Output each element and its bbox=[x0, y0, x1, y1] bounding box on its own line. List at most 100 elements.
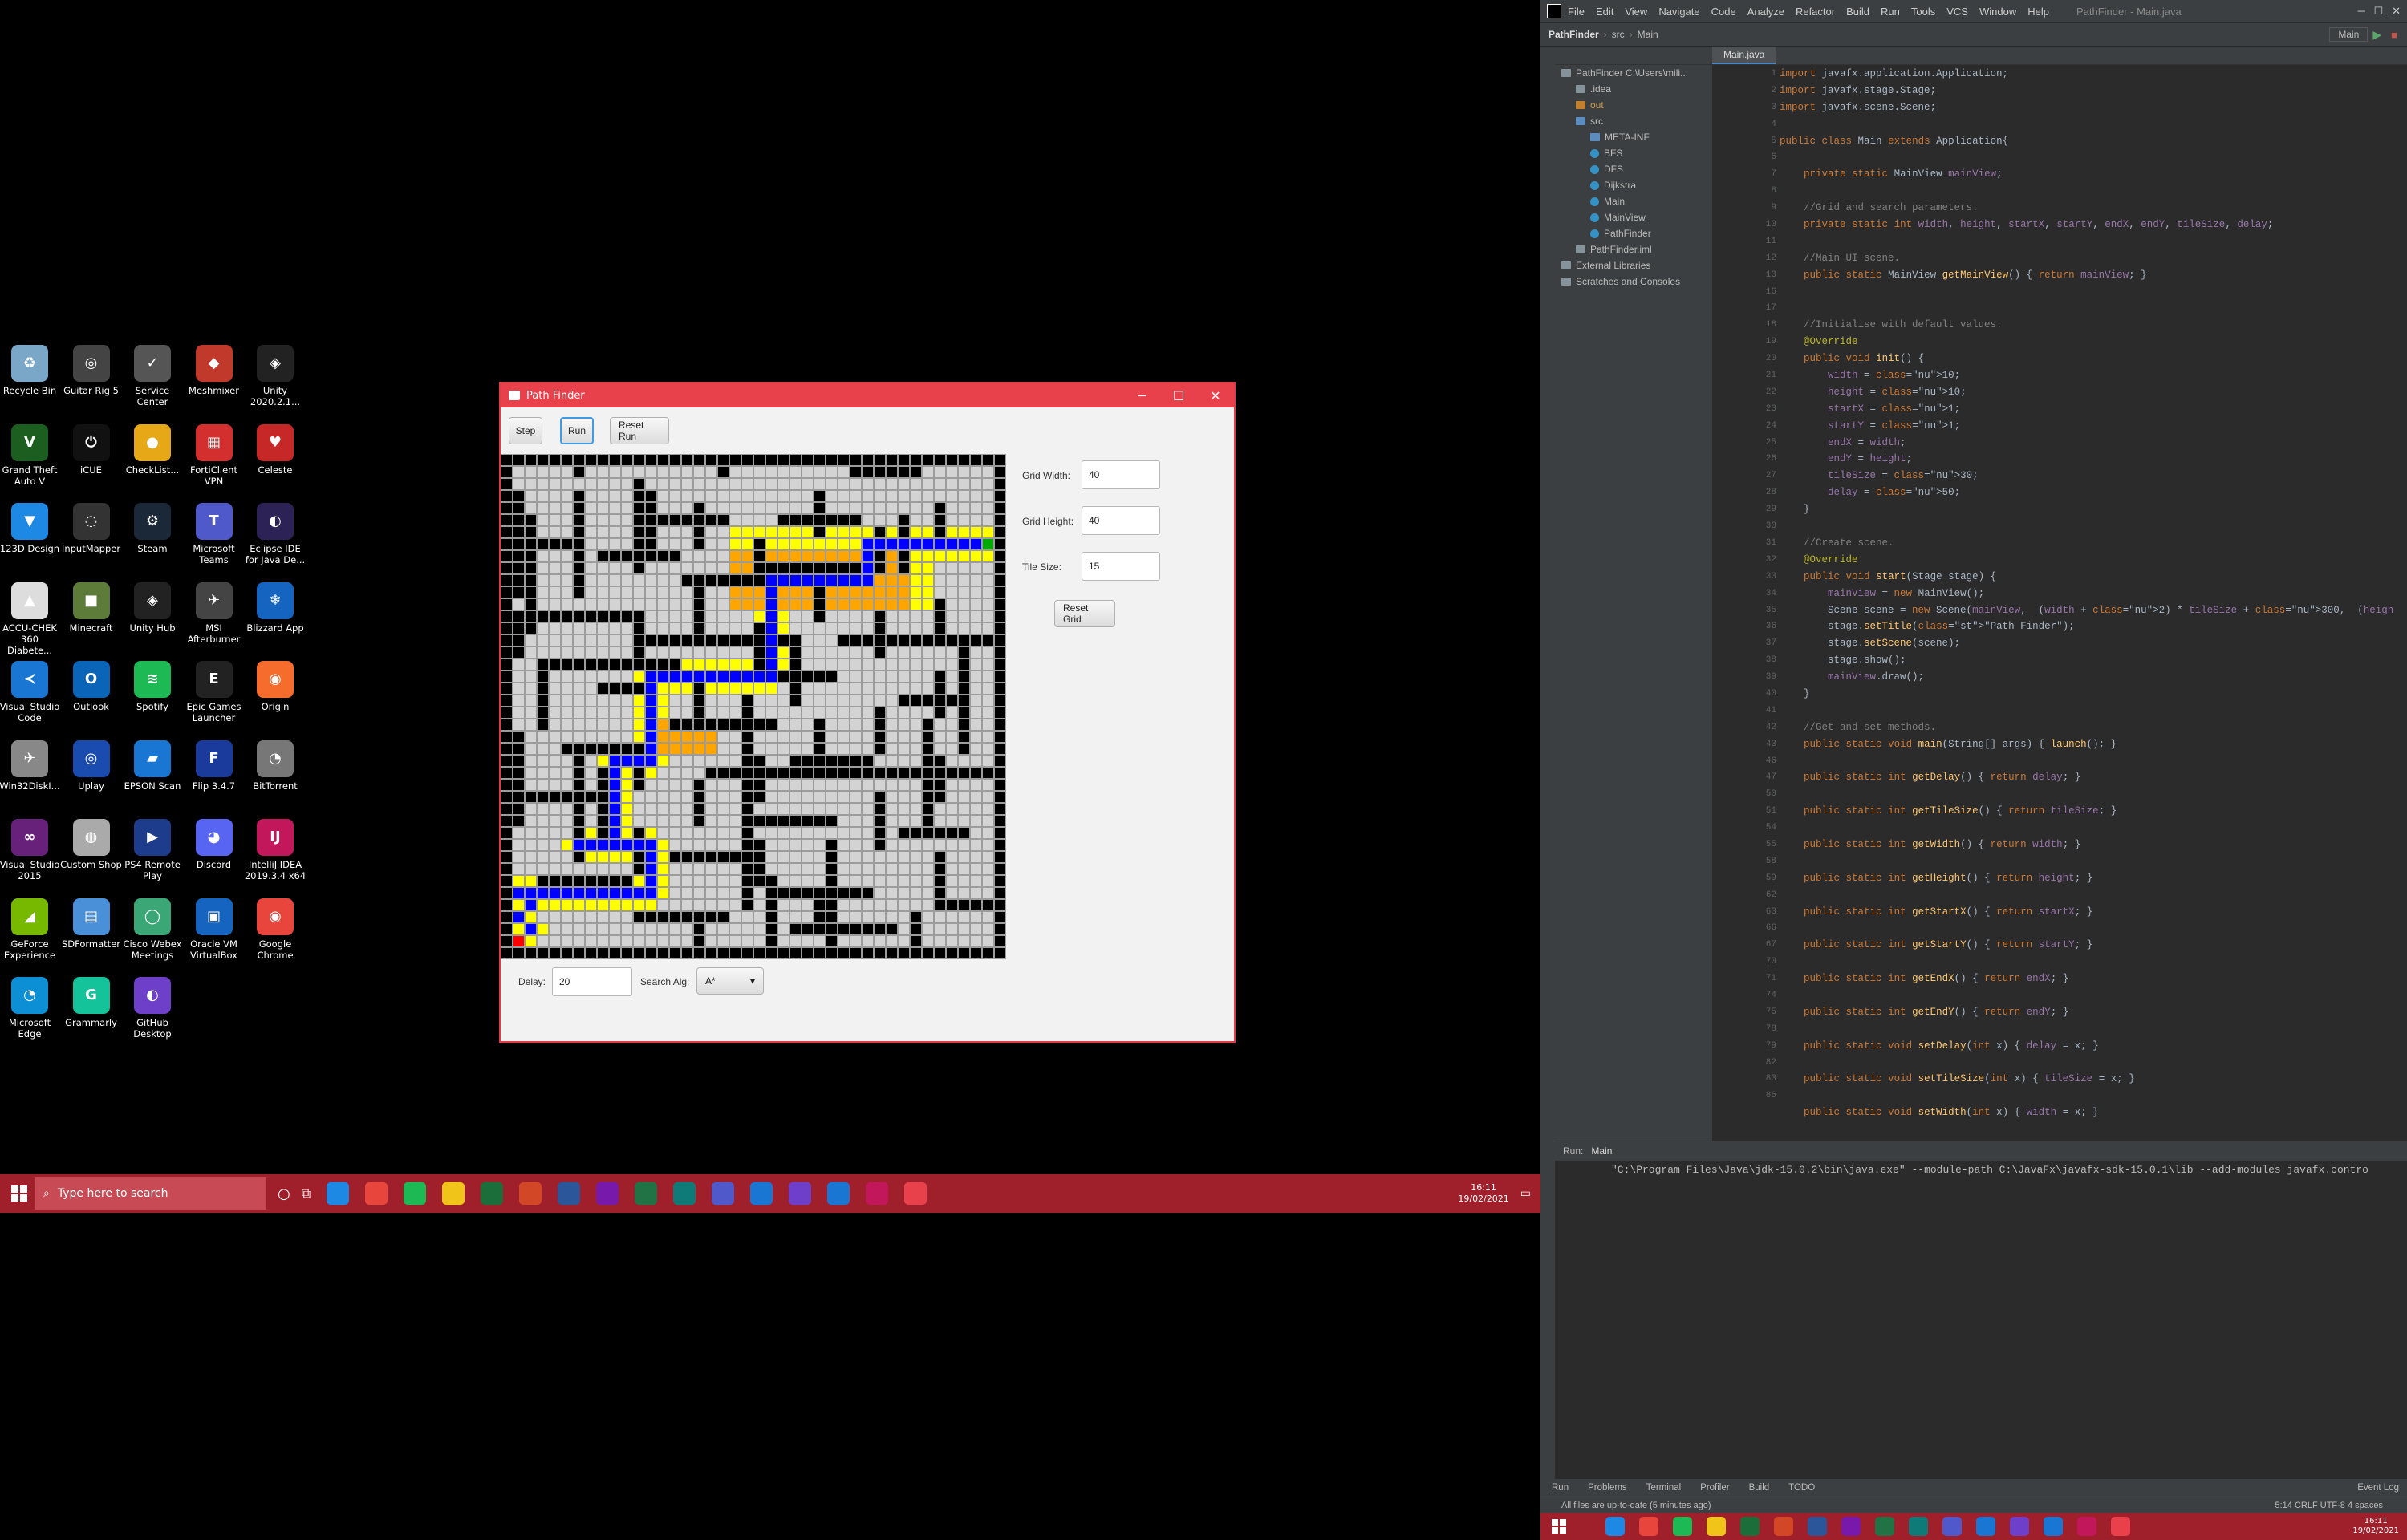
grid-cell[interactable] bbox=[765, 695, 777, 707]
grid-cell[interactable] bbox=[573, 562, 585, 574]
grid-cell[interactable] bbox=[886, 911, 898, 923]
grid-cell[interactable] bbox=[669, 887, 681, 899]
grid-cell[interactable] bbox=[898, 815, 910, 827]
grid-cell[interactable] bbox=[549, 839, 561, 851]
grid-cell[interactable] bbox=[814, 887, 826, 899]
desktop-icon[interactable]: ▣ Oracle VM VirtualBox bbox=[182, 898, 246, 961]
grid-cell[interactable] bbox=[549, 490, 561, 502]
grid-cell[interactable] bbox=[669, 839, 681, 851]
grid-cell[interactable] bbox=[789, 538, 802, 550]
grid-cell[interactable] bbox=[838, 935, 850, 947]
grid-cell[interactable] bbox=[826, 887, 838, 899]
grid-cell[interactable] bbox=[874, 550, 886, 562]
grid-cell[interactable] bbox=[922, 863, 934, 875]
grid-cell[interactable] bbox=[729, 947, 741, 959]
grid-cell[interactable] bbox=[982, 490, 994, 502]
grid-cell[interactable] bbox=[850, 466, 862, 478]
grid-cell[interactable] bbox=[922, 743, 934, 755]
grid-cell[interactable] bbox=[741, 466, 753, 478]
grid-cell[interactable] bbox=[970, 538, 982, 550]
grid-cell[interactable] bbox=[537, 719, 549, 731]
grid-cell[interactable] bbox=[597, 466, 609, 478]
grid-cell[interactable] bbox=[922, 839, 934, 851]
grid-cell[interactable] bbox=[561, 851, 573, 863]
grid-cell[interactable] bbox=[777, 598, 789, 610]
grid-cell[interactable] bbox=[874, 719, 886, 731]
grid-cell[interactable] bbox=[922, 923, 934, 935]
grid-cell[interactable] bbox=[669, 526, 681, 538]
grid-cell[interactable] bbox=[958, 586, 970, 598]
grid-cell[interactable] bbox=[826, 550, 838, 562]
grid-cell[interactable] bbox=[898, 646, 910, 659]
grid-cell[interactable] bbox=[537, 839, 549, 851]
grid-cell[interactable] bbox=[621, 598, 633, 610]
grid-cell[interactable] bbox=[898, 574, 910, 586]
grid-cell[interactable] bbox=[934, 863, 946, 875]
grid-cell[interactable] bbox=[633, 610, 645, 622]
grid-cell[interactable] bbox=[934, 899, 946, 911]
grid-cell[interactable] bbox=[946, 466, 958, 478]
grid-cell[interactable] bbox=[982, 779, 994, 791]
grid-cell[interactable] bbox=[910, 562, 922, 574]
grid-cell[interactable] bbox=[729, 911, 741, 923]
grid-cell[interactable] bbox=[789, 671, 802, 683]
grid-cell[interactable] bbox=[681, 683, 693, 695]
grid-cell[interactable] bbox=[874, 815, 886, 827]
grid-cell[interactable] bbox=[958, 887, 970, 899]
grid-cell[interactable] bbox=[693, 646, 705, 659]
grid-cell[interactable] bbox=[585, 779, 597, 791]
grid-cell[interactable] bbox=[513, 815, 525, 827]
grid-cell[interactable] bbox=[958, 767, 970, 779]
grid-cell[interactable] bbox=[585, 526, 597, 538]
grid-cell[interactable] bbox=[633, 671, 645, 683]
grid-cell[interactable] bbox=[922, 875, 934, 887]
grid-cell[interactable] bbox=[946, 719, 958, 731]
grid-cell[interactable] bbox=[729, 490, 741, 502]
grid-cell[interactable] bbox=[537, 646, 549, 659]
grid-cell[interactable] bbox=[970, 839, 982, 851]
grid-cell[interactable] bbox=[765, 634, 777, 646]
grid-cell[interactable] bbox=[838, 719, 850, 731]
grid-cell[interactable] bbox=[633, 779, 645, 791]
grid-cell[interactable] bbox=[573, 791, 585, 803]
grid-cell[interactable] bbox=[621, 839, 633, 851]
grid-cell[interactable] bbox=[585, 875, 597, 887]
grid-cell[interactable] bbox=[621, 562, 633, 574]
grid-cell[interactable] bbox=[910, 923, 922, 935]
grid-cell[interactable] bbox=[717, 863, 729, 875]
grid-cell[interactable] bbox=[922, 574, 934, 586]
grid-cell[interactable] bbox=[765, 755, 777, 767]
grid-cell[interactable] bbox=[970, 683, 982, 695]
grid-cell[interactable] bbox=[693, 478, 705, 490]
grid-cell[interactable] bbox=[573, 610, 585, 622]
taskbar-app-icon[interactable] bbox=[1976, 1517, 1995, 1536]
grid-cell[interactable] bbox=[621, 863, 633, 875]
grid-cell[interactable] bbox=[826, 803, 838, 815]
grid-cell[interactable] bbox=[741, 574, 753, 586]
grid-cell[interactable] bbox=[561, 562, 573, 574]
grid-cell[interactable] bbox=[874, 899, 886, 911]
grid-cell[interactable] bbox=[585, 863, 597, 875]
grid-cell[interactable] bbox=[934, 719, 946, 731]
grid-cell[interactable] bbox=[994, 598, 1006, 610]
grid-cell[interactable] bbox=[669, 767, 681, 779]
grid-cell[interactable] bbox=[898, 863, 910, 875]
grid-cell[interactable] bbox=[729, 695, 741, 707]
grid-cell[interactable] bbox=[802, 851, 814, 863]
grid-cell[interactable] bbox=[789, 550, 802, 562]
grid-cell[interactable] bbox=[645, 454, 657, 466]
grid-cell[interactable] bbox=[729, 731, 741, 743]
grid-cell[interactable] bbox=[862, 562, 874, 574]
grid-cell[interactable] bbox=[922, 538, 934, 550]
grid-cell[interactable] bbox=[561, 550, 573, 562]
grid-cell[interactable] bbox=[970, 815, 982, 827]
grid-cell[interactable] bbox=[777, 695, 789, 707]
grid-cell[interactable] bbox=[621, 466, 633, 478]
grid-cell[interactable] bbox=[898, 827, 910, 839]
grid-cell[interactable] bbox=[573, 622, 585, 634]
grid-cell[interactable] bbox=[838, 478, 850, 490]
grid-cell[interactable] bbox=[874, 490, 886, 502]
grid-cell[interactable] bbox=[910, 610, 922, 622]
grid-cell[interactable] bbox=[838, 899, 850, 911]
grid-cell[interactable] bbox=[850, 514, 862, 526]
